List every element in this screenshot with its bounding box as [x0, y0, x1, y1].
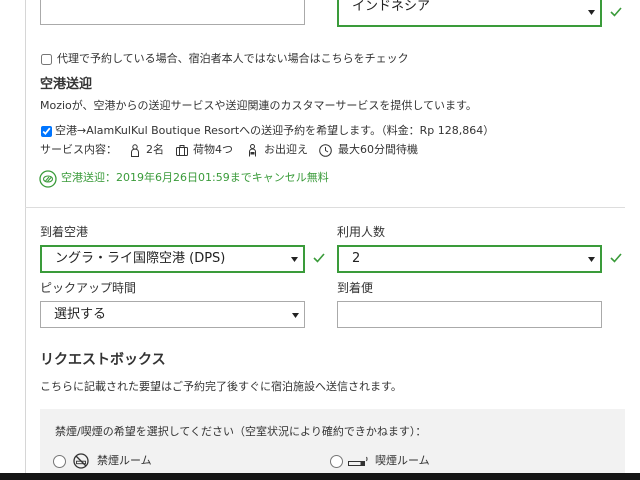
top-left-input[interactable] — [40, 0, 305, 25]
service-luggage: 荷物4つ — [193, 143, 233, 156]
service-meet-and-greet: お出迎え — [264, 143, 308, 156]
non-smoking-radio[interactable] — [53, 455, 66, 468]
service-details-row: サービス内容： 2名 荷物4つ お出迎え 最大60分間待機 — [40, 143, 418, 157]
greeting-icon — [249, 143, 256, 156]
dropdown-arrow-icon — [588, 10, 595, 15]
request-box-description: こちらに記載された要望はご予約完了後すぐに宿泊施設へ送信されます。 — [40, 380, 402, 393]
passengers-label: 利用人数 — [337, 225, 386, 239]
booking-for-other-label[interactable]: 代理で予約している場合、宿泊者本人ではない場合はこちらをチェック — [57, 52, 409, 66]
arrival-flight-label: 到着便 — [337, 281, 374, 295]
arrival-flight-input[interactable] — [337, 301, 602, 328]
arrival-airport-value: ングラ・ライ国際空港 (DPS) — [55, 251, 226, 266]
clock-icon — [319, 143, 332, 157]
transfer-provider-text: Mozioが、空港からの送迎サービスや送迎関連のカスタマーサービスを提供していま… — [40, 99, 477, 112]
pickup-time-label: ピックアップ時間 — [40, 281, 137, 295]
arrival-airport-label: 到着空港 — [40, 225, 89, 239]
smoking-preference-prompt: 禁煙/喫煙の希望を選択してください（空室状況により確約できかねます）： — [55, 425, 427, 438]
dropdown-arrow-icon — [292, 312, 299, 318]
dropdown-arrow-icon — [291, 257, 298, 262]
passengers-value: 2 — [352, 251, 361, 266]
country-select[interactable]: インドネシア — [337, 0, 602, 27]
pickup-time-select[interactable]: 選択する — [40, 301, 305, 328]
country-select-value: インドネシア — [352, 0, 431, 14]
passengers-select[interactable]: 2 — [337, 245, 602, 273]
taskbar-edge — [0, 473, 640, 480]
person-icon — [131, 143, 139, 157]
content-panel — [25, 0, 625, 480]
smoking-radio[interactable] — [330, 455, 343, 468]
service-wait-time: 最大60分間待機 — [338, 143, 418, 156]
airport-transfer-optin-label[interactable]: 空港→AlamKulKul Boutique Resortへの送迎予約を希望しま… — [55, 124, 494, 138]
country-valid-check-icon — [610, 7, 622, 17]
luggage-icon — [176, 145, 188, 156]
no-smoking-icon — [73, 453, 89, 469]
smoking-icon — [348, 456, 368, 466]
booking-form-page: インドネシア 代理で予約している場合、宿泊者本人ではない場合はこちらをチェック … — [0, 0, 640, 480]
dropdown-arrow-icon — [588, 257, 595, 262]
passengers-valid-check-icon — [610, 253, 622, 263]
service-passengers: 2名 — [146, 143, 164, 156]
airport-valid-check-icon — [313, 253, 325, 263]
smoking-label[interactable]: 喫煙ルーム — [375, 454, 430, 468]
non-smoking-label[interactable]: 禁煙ルーム — [97, 454, 152, 468]
airport-transfer-checkbox[interactable] — [41, 126, 52, 137]
request-box-heading: リクエストボックス — [40, 352, 166, 368]
service-details-label: サービス内容： — [40, 143, 117, 156]
free-cancellation-icon — [39, 170, 57, 188]
arrival-airport-select[interactable]: ングラ・ライ国際空港 (DPS) — [40, 245, 305, 273]
airport-transfer-heading: 空港送迎 — [40, 77, 93, 92]
free-cancellation-text: 空港送迎：2019年6月26日01:59までキャンセル無料 — [61, 171, 329, 184]
pickup-time-value: 選択する — [54, 306, 107, 322]
booking-for-other-checkbox[interactable] — [41, 54, 52, 65]
section-divider — [25, 207, 625, 208]
